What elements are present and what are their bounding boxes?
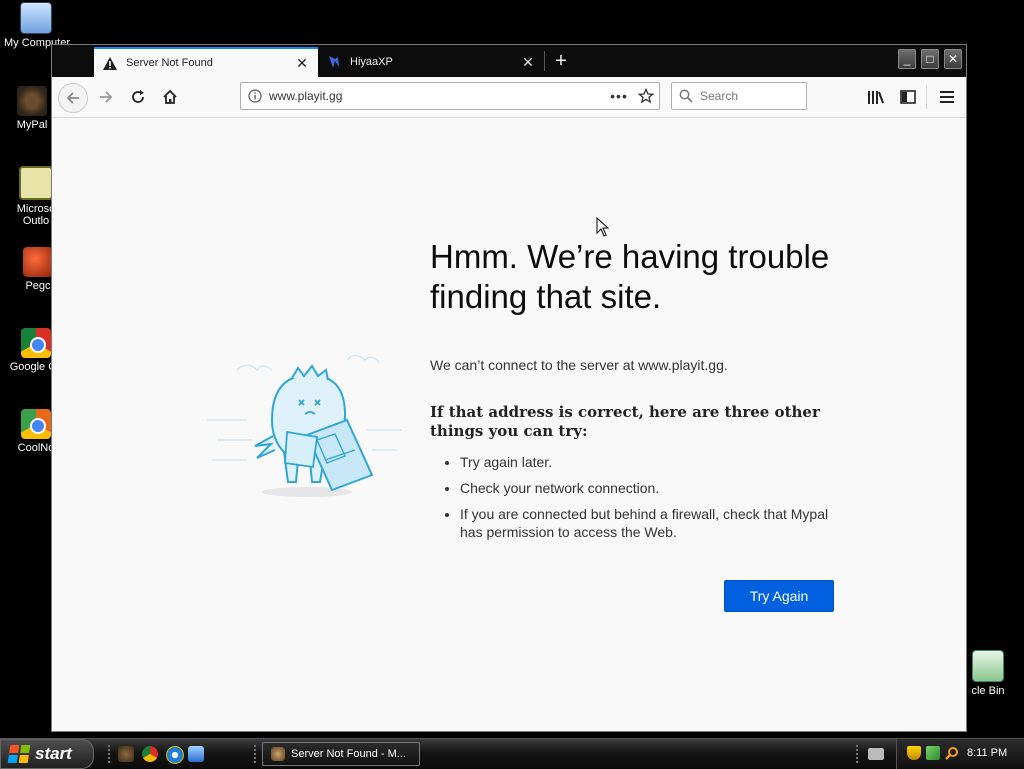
toolbar-grip[interactable] bbox=[856, 745, 861, 763]
minimize-button[interactable]: _ bbox=[898, 49, 916, 69]
clock[interactable]: 8:11 PM bbox=[967, 747, 1007, 759]
warning-icon bbox=[102, 55, 118, 71]
error-title: Hmm. We’re having trouble finding that s… bbox=[430, 238, 830, 315]
search-tray-icon[interactable] bbox=[945, 746, 959, 760]
error-suggestions-heading: If that address is correct, here are thr… bbox=[430, 403, 820, 440]
mouse-cursor-icon bbox=[596, 216, 610, 240]
coolnovo-icon bbox=[21, 409, 51, 439]
menu-button[interactable] bbox=[935, 85, 959, 109]
toolbar-divider bbox=[926, 85, 927, 109]
taskbar-button-label: Server Not Found - M... bbox=[291, 748, 406, 760]
list-item: If you are connected but behind a firewa… bbox=[460, 505, 850, 541]
url-bar[interactable]: www.playit.gg ••• bbox=[240, 82, 660, 110]
hamburger-menu-icon bbox=[940, 91, 954, 103]
tab-title: HiyaaXP bbox=[350, 56, 393, 68]
page-actions-button[interactable]: ••• bbox=[605, 88, 633, 104]
tab-separator bbox=[544, 51, 545, 71]
try-again-button[interactable]: Try Again bbox=[724, 580, 834, 612]
reload-button[interactable] bbox=[124, 83, 152, 111]
windows-logo-icon bbox=[7, 745, 31, 763]
sidebar-button[interactable] bbox=[896, 85, 920, 109]
desktop-icon-my-computer[interactable]: My Computer bbox=[4, 2, 70, 49]
error-description: We can’t connect to the server at www.pl… bbox=[430, 357, 728, 373]
home-button[interactable] bbox=[156, 83, 184, 111]
navigation-toolbar: www.playit.gg ••• Search bbox=[52, 77, 966, 118]
taskbar-button-server-not-found[interactable]: Server Not Found - M... bbox=[262, 742, 420, 766]
library-button[interactable] bbox=[864, 85, 888, 109]
my-computer-icon bbox=[20, 2, 52, 34]
mypal-quicklaunch-icon[interactable] bbox=[118, 746, 134, 762]
outlook-icon bbox=[19, 166, 53, 200]
back-button[interactable] bbox=[58, 83, 88, 113]
google-chrome-icon bbox=[21, 328, 51, 358]
page-content: Hmm. We’re having trouble finding that s… bbox=[52, 118, 966, 731]
sidebar-icon bbox=[900, 90, 916, 104]
messenger-quicklaunch-icon[interactable] bbox=[188, 746, 204, 762]
browser-window: Server Not Found ✕ HiyaaXP ✕ + _ □ ✕ www… bbox=[51, 44, 967, 732]
error-suggestions-list: Try again later. Check your network conn… bbox=[430, 453, 850, 541]
maximize-button[interactable]: □ bbox=[921, 49, 939, 69]
tab-title: Server Not Found bbox=[126, 57, 213, 69]
search-input[interactable]: Search bbox=[700, 89, 738, 103]
mypal-icon bbox=[17, 86, 47, 116]
internet-explorer-quicklaunch-icon[interactable] bbox=[166, 746, 184, 764]
error-illustration bbox=[207, 340, 407, 513]
hiyaaxp-icon bbox=[326, 54, 342, 70]
pegc-icon bbox=[23, 247, 53, 277]
list-item: Check your network connection. bbox=[460, 479, 850, 497]
tab-hiyaaxp[interactable]: HiyaaXP ✕ bbox=[318, 47, 544, 77]
system-tray: 8:11 PM bbox=[896, 739, 1024, 769]
reload-icon bbox=[132, 90, 144, 103]
start-label: start bbox=[35, 744, 72, 763]
search-icon bbox=[672, 89, 700, 103]
back-arrow-icon bbox=[66, 92, 79, 104]
close-window-button[interactable]: ✕ bbox=[944, 49, 962, 69]
forward-button[interactable] bbox=[92, 83, 120, 111]
recycle-bin-icon bbox=[972, 650, 1004, 682]
tab-server-not-found[interactable]: Server Not Found ✕ bbox=[94, 47, 318, 77]
url-text[interactable]: www.playit.gg bbox=[269, 89, 605, 103]
toolbar-grip[interactable] bbox=[254, 745, 259, 763]
home-icon bbox=[163, 89, 177, 104]
taskbar: start Server Not Found - M... 8:11 PM bbox=[0, 738, 1024, 769]
chrome-quicklaunch-icon[interactable] bbox=[142, 746, 158, 762]
error-message: Hmm. We’re having trouble finding that s… bbox=[430, 237, 850, 549]
forward-arrow-icon bbox=[100, 91, 113, 103]
new-tab-button[interactable]: + bbox=[548, 47, 574, 75]
tab-close-icon[interactable]: ✕ bbox=[520, 54, 536, 71]
security-shield-icon[interactable] bbox=[907, 746, 921, 760]
network-icon[interactable] bbox=[926, 746, 940, 760]
tab-close-icon[interactable]: ✕ bbox=[294, 55, 310, 72]
bookmark-star-icon[interactable] bbox=[633, 88, 659, 104]
library-icon bbox=[868, 91, 884, 104]
start-button[interactable]: start bbox=[0, 739, 94, 769]
keyboard-icon[interactable] bbox=[868, 748, 884, 760]
search-bar[interactable]: Search bbox=[671, 82, 807, 110]
info-icon[interactable] bbox=[241, 89, 269, 103]
toolbar-grip[interactable] bbox=[108, 745, 113, 763]
list-item: Try again later. bbox=[460, 453, 850, 471]
mypal-icon bbox=[271, 747, 285, 761]
tab-strip: Server Not Found ✕ HiyaaXP ✕ + _ □ ✕ bbox=[52, 45, 966, 77]
